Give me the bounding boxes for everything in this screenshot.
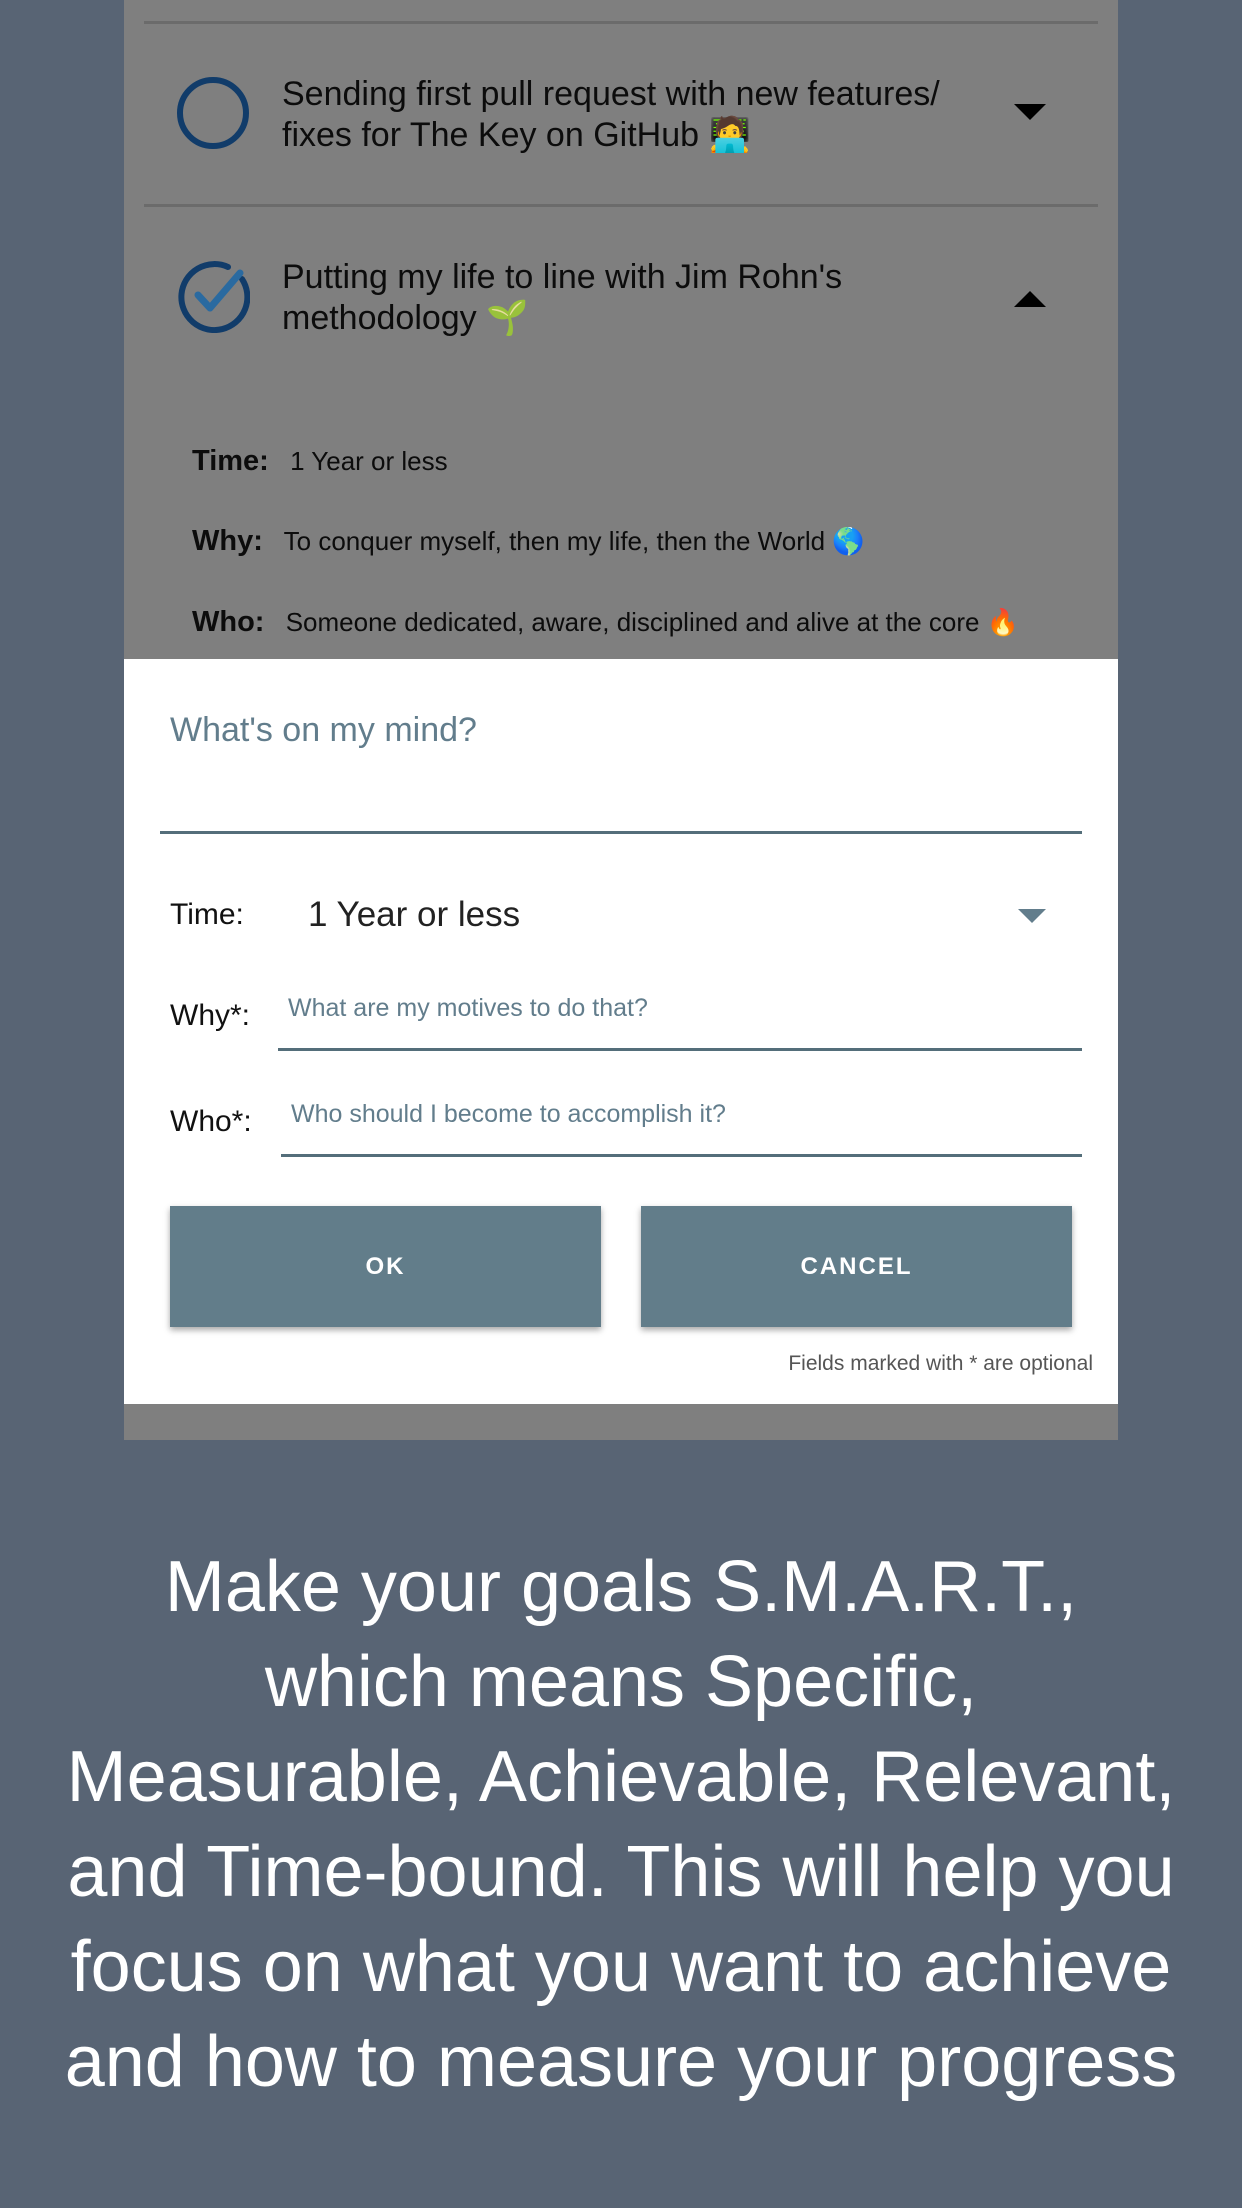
who-input[interactable]: Who should I become to accomplish it? [281,1090,1082,1157]
goal-title-line: Sending first pull request with new feat… [282,75,940,113]
detail-label: Why: [192,525,263,557]
goal-title-line: methodology 🌱 [282,299,529,337]
new-goal-dialog: What's on my mind? Time: 1 Year or less … [124,659,1118,1404]
caption-line: Measurable, Achievable, Relevant, [66,1737,1176,1817]
goal-title-line: fixes for The Key on GitHub 🧑‍💻 [282,116,751,154]
dropdown-arrow-icon[interactable] [1018,909,1046,923]
who-placeholder: Who should I become to accomplish it? [291,1100,726,1128]
detail-label: Time: [192,445,269,477]
why-input[interactable]: What are my motives to do that? [278,984,1082,1051]
time-label: Time: [170,898,244,931]
goal-detail-why: Why: To conquer myself, then my life, th… [192,525,865,558]
goal-title: Putting my life to line with Jim Rohn's … [282,257,972,339]
mind-input[interactable]: What's on my mind? [170,711,477,750]
detail-label: Who: [192,606,265,638]
check-circle-icon[interactable] [176,259,250,333]
caption-line: focus on what you want to achieve [70,1927,1172,2007]
who-label: Who*: [170,1105,252,1138]
caption-line: which means Specific, [264,1642,978,1722]
goal-detail-who: Who: Someone dedicated, aware, disciplin… [192,606,1019,639]
goal-title-line: Putting my life to line with Jim Rohn's [282,258,843,296]
detail-value: Someone dedicated, aware, disciplined an… [285,607,1020,637]
detail-value: 1 Year or less [290,446,448,476]
goal-item-expanded[interactable]: Putting my life to line with Jim Rohn's … [144,207,1098,667]
why-placeholder: What are my motives to do that? [288,994,648,1022]
goal-title: Sending first pull request with new feat… [282,74,972,156]
cancel-button[interactable]: CANCEL [641,1206,1072,1327]
mind-input-underline [160,831,1082,834]
chevron-down-icon[interactable] [1014,104,1046,120]
why-label: Why*: [170,999,251,1032]
goal-detail-time: Time: 1 Year or less [192,445,448,478]
caption-line: and how to measure your progress [64,2022,1178,2102]
chevron-up-icon[interactable] [1014,291,1046,307]
time-select[interactable]: 1 Year or less [308,895,520,935]
caption-line: Make your goals S.M.A.R.T., [164,1547,1078,1627]
optional-fields-note: Fields marked with * are optional [788,1352,1093,1375]
ok-button[interactable]: OK [170,1206,601,1327]
caption-line: and Time-bound. This will help you [67,1832,1175,1912]
promo-caption: Make your goals S.M.A.R.T., which means … [0,1540,1242,2110]
goal-item[interactable]: Sending first pull request with new feat… [144,24,1098,207]
circle-outline-icon[interactable] [176,76,250,150]
goal-list: Sending first pull request with new feat… [144,0,1098,667]
detail-value: To conquer myself, then my life, then th… [283,526,865,556]
